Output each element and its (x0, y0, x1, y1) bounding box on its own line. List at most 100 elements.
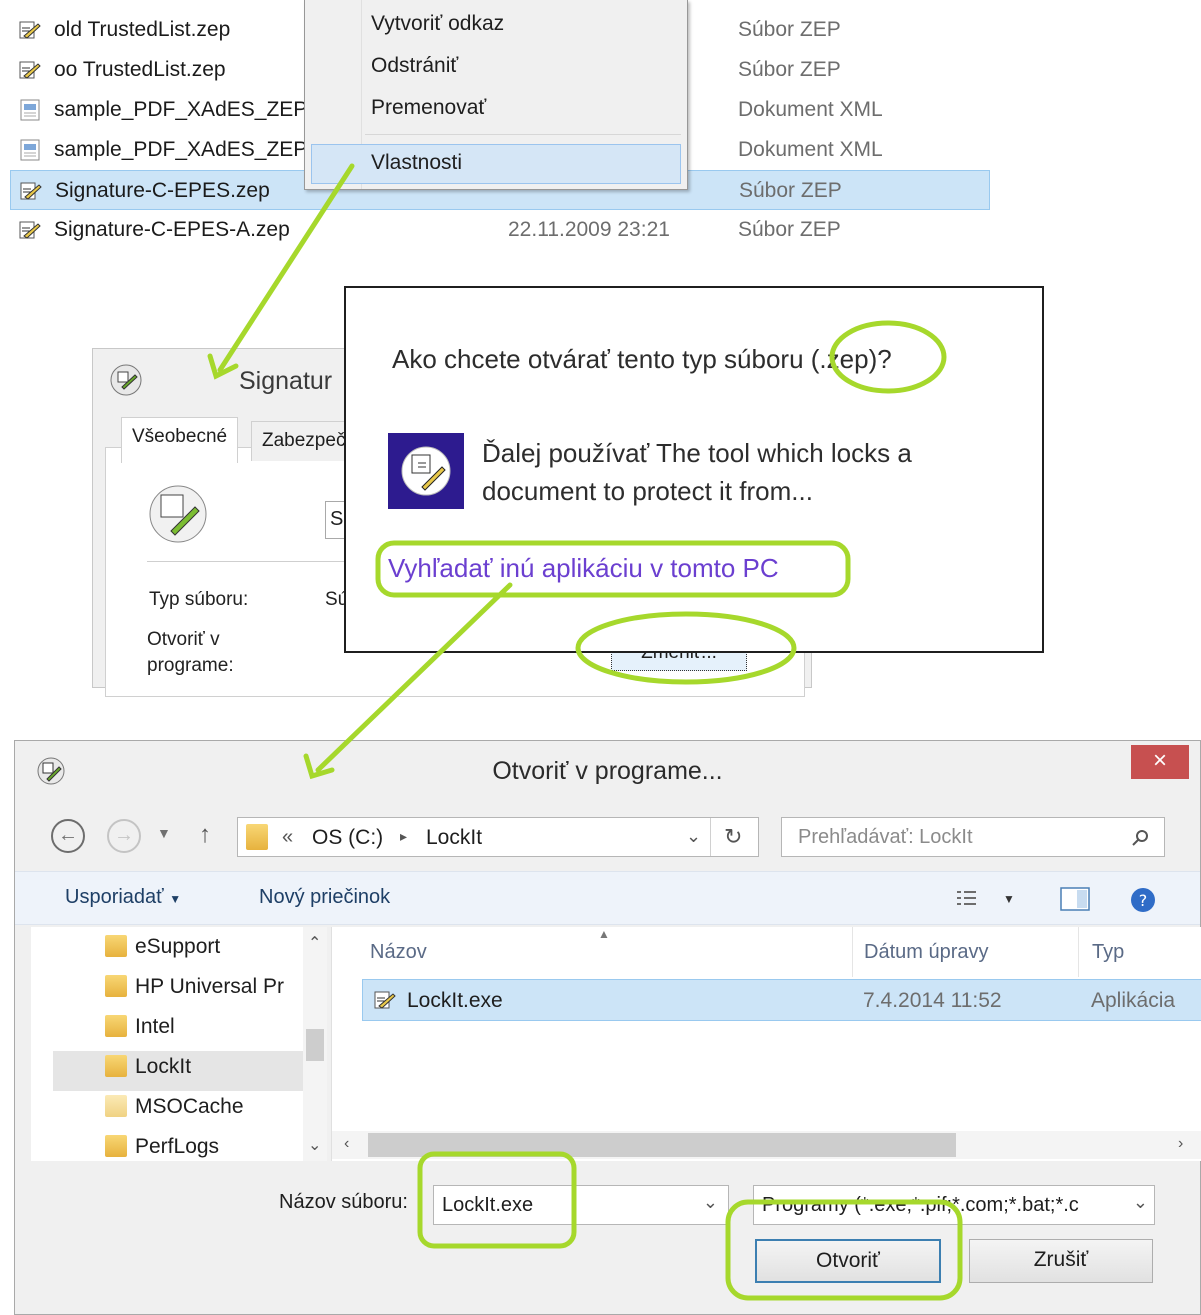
menu-item-create-shortcut[interactable]: Vytvoriť odkaz (371, 12, 504, 36)
scroll-thumb[interactable] (368, 1133, 956, 1157)
tree-item-label: Intel (135, 1015, 175, 1038)
zep-file-icon (19, 21, 41, 39)
open-button[interactable]: Otvoriť (755, 1239, 941, 1283)
zep-file-icon (19, 61, 41, 79)
menu-separator (365, 134, 681, 135)
view-options-icon[interactable] (955, 888, 983, 910)
folder-icon (105, 1015, 127, 1037)
breadcrumb-folder[interactable]: LockIt (426, 826, 482, 850)
file-type: Dokument XML (738, 138, 883, 161)
tree-item-selected[interactable]: LockIt (53, 1051, 315, 1091)
tree-scrollbar[interactable]: ⌃ ⌄ (303, 927, 327, 1161)
open-with-flyout: Ako chcete otvárať tento typ súboru (.ze… (344, 286, 1044, 653)
scroll-right-icon[interactable]: › (1178, 1135, 1183, 1153)
navigation-pane[interactable]: eSupport HP Universal Pr Intel LockIt MS… (31, 927, 327, 1161)
horizontal-scrollbar[interactable]: ‹ › (332, 1131, 1201, 1159)
tab-general[interactable]: Všeobecné (121, 417, 239, 463)
preview-pane-icon[interactable] (1059, 886, 1091, 912)
file-name: sample_PDF_XAdES_ZEP1 (54, 98, 319, 121)
open-with-dialog: Otvoriť v programe... × ← → ▼ ↑ « OS (C:… (14, 740, 1201, 1315)
tree-item-label: HP Universal Pr (135, 975, 284, 998)
cancel-button[interactable]: Zrušiť (969, 1239, 1153, 1283)
exe-file-icon (374, 991, 396, 1009)
file-name: LockIt.exe (407, 989, 503, 1012)
organize-button[interactable]: Usporiadať ▼ (65, 886, 181, 909)
file-name: oo TrustedList.zep (54, 58, 226, 81)
new-folder-button[interactable]: Nový priečinok (259, 886, 390, 909)
file-date: 7.4.2014 11:52 (863, 989, 1002, 1012)
column-header-type[interactable]: Typ (1092, 941, 1124, 964)
menu-item-delete[interactable]: Odstrániť (371, 54, 458, 78)
column-header-name[interactable]: Názov (370, 941, 427, 964)
tree-item[interactable]: eSupport (105, 935, 220, 975)
file-date: 22.11.2009 23:21 (508, 218, 670, 241)
forward-icon[interactable]: → (107, 819, 141, 853)
column-separator (1078, 927, 1079, 977)
flyout-question: Ako chcete otvárať tento typ súboru (.ze… (392, 344, 892, 374)
file-list-view[interactable]: Názov ▲ Dátum úpravy Typ LockIt.exe 7.4.… (331, 927, 1201, 1161)
chevron-down-icon: ▼ (169, 892, 182, 906)
file-type: Súbor ZEP (739, 179, 842, 202)
tree-item-label: eSupport (135, 935, 221, 958)
folder-icon (105, 1135, 127, 1157)
breadcrumb-overflow[interactable]: « (282, 826, 293, 849)
organize-label: Usporiadať (65, 886, 164, 908)
scroll-left-icon[interactable]: ‹ (344, 1135, 349, 1153)
tab-security[interactable]: Zabezpeč (251, 421, 357, 461)
close-button[interactable]: × (1131, 745, 1189, 779)
menu-item-properties[interactable]: Vlastnosti (371, 151, 462, 175)
breadcrumb-chevron-icon: ▸ (400, 828, 408, 844)
lockit-app-tile[interactable] (388, 433, 464, 509)
zep-app-icon (110, 364, 142, 396)
tree-item-label: MSOCache (135, 1095, 244, 1118)
file-name: old TrustedList.zep (54, 18, 231, 41)
file-row[interactable]: Signature-C-EPES-A.zep 22.11.2009 23:21 … (10, 210, 990, 250)
folder-icon (246, 824, 268, 850)
breadcrumb-drive[interactable]: OS (C:) (312, 826, 383, 850)
scroll-up-icon[interactable]: ⌃ (308, 933, 321, 953)
xml-file-icon (20, 99, 40, 121)
app-name-line: Ďalej používať The tool which locks a (482, 438, 912, 468)
chevron-down-icon[interactable]: ⌄ (1128, 1192, 1148, 1213)
folder-icon (105, 975, 127, 997)
tree-item-label: LockIt (135, 1055, 192, 1078)
sort-arrow-icon: ▲ (598, 927, 610, 941)
chevron-down-icon[interactable]: ▼ (1003, 892, 1015, 906)
folder-icon (105, 935, 127, 957)
tree-item[interactable]: HP Universal Pr (105, 975, 284, 1015)
table-row-selected[interactable]: LockIt.exe 7.4.2014 11:52 Aplikácia (362, 979, 1201, 1021)
file-type: Súbor ZEP (738, 18, 841, 41)
address-bar[interactable]: « OS (C:) ▸ LockIt ⌄ ↻ (237, 817, 759, 857)
search-icon[interactable] (1130, 828, 1150, 848)
context-menu: Vytvoriť odkaz Odstrániť Premenovať Vlas… (304, 0, 688, 190)
tree-item[interactable]: Intel (105, 1015, 175, 1055)
filetype-select[interactable]: Programy (*.exe;*.pif;*.com;*.bat;*.c ⌄ (753, 1185, 1155, 1225)
folder-icon (105, 1055, 127, 1077)
column-header-date[interactable]: Dátum úpravy (864, 941, 989, 964)
column-separator (852, 927, 853, 977)
menu-item-highlight (311, 144, 681, 184)
menu-item-rename[interactable]: Premenovať (371, 96, 486, 120)
chevron-down-icon[interactable]: ⌄ (703, 1192, 718, 1213)
filename-label: Názov súboru: (279, 1191, 408, 1213)
type-label: Typ súboru: (149, 589, 249, 610)
scroll-down-icon[interactable]: ⌄ (308, 1135, 321, 1155)
tree-item[interactable]: MSOCache (105, 1095, 244, 1135)
find-another-app-link[interactable]: Vyhľadať inú aplikáciu v tomto PC (388, 553, 779, 584)
help-icon[interactable]: ? (1129, 886, 1157, 914)
chevron-down-icon[interactable]: ⌄ (686, 826, 701, 847)
search-box[interactable]: Prehľadávať: LockIt (781, 817, 1165, 857)
refresh-icon[interactable]: ↻ (724, 824, 742, 850)
tree-item[interactable]: PerfLogs (105, 1135, 219, 1175)
back-icon[interactable]: ← (51, 819, 85, 853)
scroll-thumb[interactable] (306, 1029, 324, 1061)
folder-icon (105, 1095, 127, 1117)
up-arrow-icon[interactable]: ↑ (199, 821, 211, 849)
recent-dropdown-icon[interactable]: ▼ (157, 825, 171, 841)
file-type: Súbor ZEP (738, 58, 841, 81)
app-name[interactable]: Ďalej používať The tool which locks a do… (482, 434, 1002, 510)
divider (710, 818, 711, 856)
file-type: Dokument XML (738, 98, 883, 121)
filename-input[interactable]: LockIt.exe ⌄ (433, 1185, 729, 1225)
file-name: Signature-C-EPES-A.zep (54, 218, 290, 241)
